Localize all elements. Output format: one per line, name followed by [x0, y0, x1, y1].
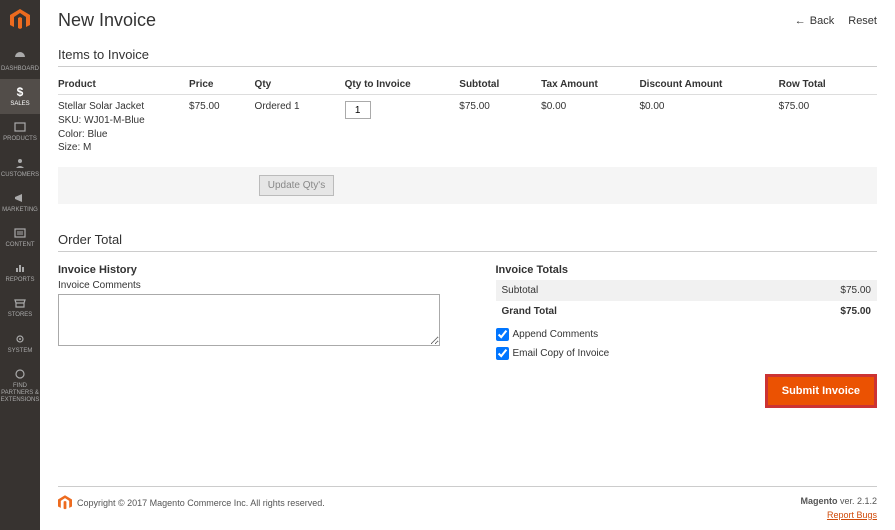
col-discount: Discount Amount	[639, 79, 778, 90]
product-sku: SKU: WJ01-M-Blue	[58, 115, 189, 126]
nav-reports[interactable]: REPORTS	[0, 255, 40, 290]
stores-icon	[13, 296, 27, 310]
qty-to-invoice-input[interactable]	[345, 101, 371, 119]
nav-label: SALES	[10, 101, 29, 108]
nav-marketing[interactable]: MARKETING	[0, 185, 40, 220]
col-subtotal: Subtotal	[459, 79, 541, 90]
invoice-history-heading: Invoice History	[58, 264, 440, 276]
qty-to-invoice-cell	[345, 101, 460, 119]
page-title: New Invoice	[58, 10, 156, 31]
items-to-invoice-section: Items to Invoice Product Price Qty Qty t…	[58, 47, 877, 204]
page-footer: Copyright © 2017 Magento Commerce Inc. A…	[58, 486, 877, 522]
content-icon	[13, 226, 27, 240]
product-cell: Stellar Solar Jacket SKU: WJ01-M-Blue Co…	[58, 101, 189, 155]
svg-text:$: $	[17, 85, 24, 99]
copyright-text: Copyright © 2017 Magento Commerce Inc. A…	[77, 498, 325, 508]
nav-label: SYSTEM	[8, 348, 33, 355]
footer-right: Magento ver. 2.1.2 Report Bugs	[800, 495, 877, 522]
discount-cell: $0.00	[639, 101, 778, 112]
col-price: Price	[189, 79, 255, 90]
nav-label: CUSTOMERS	[1, 172, 39, 179]
append-comments-checkbox[interactable]	[496, 328, 509, 341]
col-row-total: Row Total	[779, 79, 861, 90]
email-copy-label: Email Copy of Invoice	[513, 348, 610, 359]
megaphone-icon	[13, 191, 27, 205]
main-content: New Invoice ← Back Reset Items to Invoic…	[40, 0, 895, 530]
col-qty: Qty	[255, 79, 345, 90]
nav-content[interactable]: CONTENT	[0, 220, 40, 255]
product-name: Stellar Solar Jacket	[58, 101, 189, 112]
nav-products[interactable]: PRODUCTS	[0, 114, 40, 149]
footer-left: Copyright © 2017 Magento Commerce Inc. A…	[58, 495, 325, 511]
nav-partners[interactable]: FIND PARTNERS & EXTENSIONS	[0, 361, 40, 411]
order-total-title: Order Total	[58, 232, 877, 252]
reset-button[interactable]: Reset	[848, 15, 877, 27]
dollar-icon: $	[13, 85, 27, 99]
invoice-history-panel: Invoice History Invoice Comments	[58, 258, 440, 408]
subtotal-line: Subtotal $75.00	[496, 280, 878, 301]
header-actions: ← Back Reset	[795, 15, 877, 27]
back-label: Back	[810, 15, 834, 27]
magento-logo	[6, 6, 34, 34]
nav-dashboard[interactable]: DASHBOARD	[0, 44, 40, 79]
submit-invoice-button[interactable]: Submit Invoice	[765, 374, 877, 408]
nav-customers[interactable]: CUSTOMERS	[0, 150, 40, 185]
subtotal-cell: $75.00	[459, 101, 541, 112]
nav-system[interactable]: SYSTEM	[0, 326, 40, 361]
nav-label: REPORTS	[6, 277, 35, 284]
nav-label: DASHBOARD	[1, 66, 39, 73]
submit-wrap: Submit Invoice	[496, 374, 878, 408]
magento-logo-small	[58, 495, 72, 511]
invoice-totals-panel: Invoice Totals Subtotal $75.00 Grand Tot…	[496, 258, 878, 408]
partners-icon	[13, 367, 27, 381]
grand-total-label: Grand Total	[502, 306, 557, 317]
arrow-left-icon: ←	[795, 15, 806, 27]
back-button[interactable]: ← Back	[795, 15, 834, 27]
invoice-comments-textarea[interactable]	[58, 294, 440, 346]
price-cell: $75.00	[189, 101, 255, 112]
nav-label: MARKETING	[2, 207, 38, 214]
gear-icon	[13, 332, 27, 346]
admin-sidebar: DASHBOARD $ SALES PRODUCTS CUSTOMERS MAR…	[0, 0, 40, 530]
update-qty-button[interactable]: Update Qty's	[259, 175, 335, 196]
nav-sales[interactable]: $ SALES	[0, 79, 40, 114]
section-title: Items to Invoice	[58, 47, 877, 67]
rowtotal-cell: $75.00	[779, 101, 861, 112]
col-product: Product	[58, 79, 189, 90]
grand-total-line: Grand Total $75.00	[496, 301, 878, 322]
customers-icon	[13, 156, 27, 170]
product-size: Size: M	[58, 142, 189, 153]
col-tax: Tax Amount	[541, 79, 639, 90]
email-copy-row: Email Copy of Invoice	[496, 347, 878, 360]
grand-total-value: $75.00	[840, 306, 871, 317]
product-color: Color: Blue	[58, 129, 189, 140]
products-icon	[13, 120, 27, 134]
reports-icon	[13, 261, 27, 275]
nav-stores[interactable]: STORES	[0, 290, 40, 325]
append-comments-label: Append Comments	[513, 329, 599, 340]
dashboard-icon	[13, 50, 27, 64]
nav-label: CONTENT	[6, 242, 35, 249]
update-qty-row: Update Qty's	[58, 167, 877, 204]
append-comments-row: Append Comments	[496, 328, 878, 341]
order-total-section: Invoice History Invoice Comments Invoice…	[58, 258, 877, 408]
tax-cell: $0.00	[541, 101, 639, 112]
report-bugs-link[interactable]: Report Bugs	[827, 510, 877, 520]
subtotal-value: $75.00	[840, 285, 871, 296]
nav-label: FIND PARTNERS & EXTENSIONS	[1, 383, 40, 405]
nav-label: STORES	[8, 312, 33, 319]
email-copy-checkbox[interactable]	[496, 347, 509, 360]
items-table-row: Stellar Solar Jacket SKU: WJ01-M-Blue Co…	[58, 95, 877, 161]
invoice-totals-heading: Invoice Totals	[496, 264, 878, 276]
comments-label: Invoice Comments	[58, 280, 440, 291]
col-qty-to-invoice: Qty to Invoice	[345, 79, 460, 90]
nav-label: PRODUCTS	[3, 136, 37, 143]
items-table-header: Product Price Qty Qty to Invoice Subtota…	[58, 73, 877, 95]
subtotal-label: Subtotal	[502, 285, 539, 296]
qty-cell: Ordered 1	[255, 101, 345, 112]
page-header: New Invoice ← Back Reset	[58, 10, 877, 31]
